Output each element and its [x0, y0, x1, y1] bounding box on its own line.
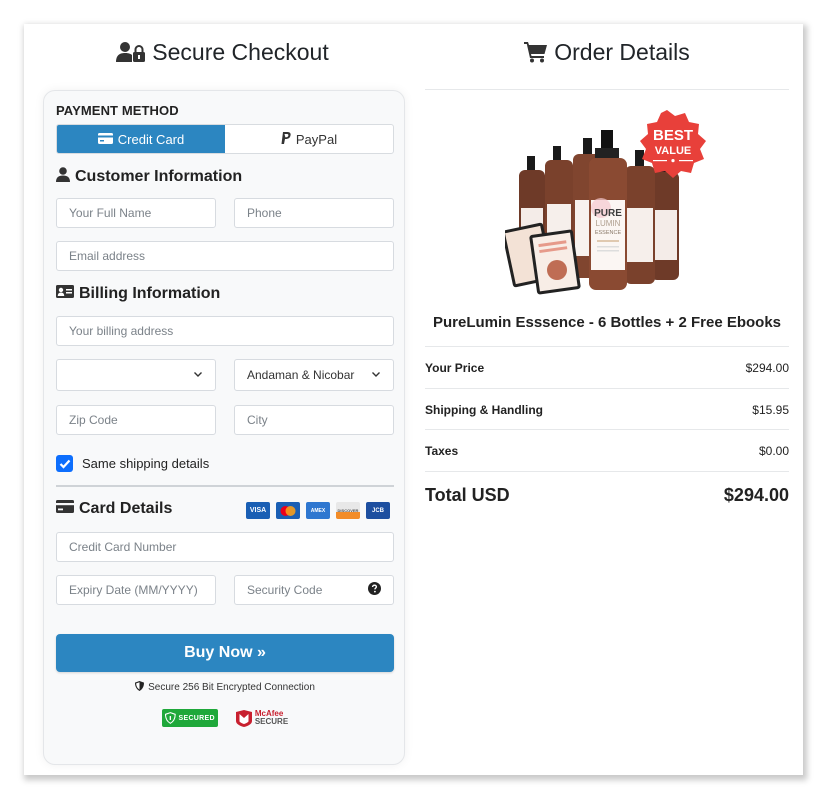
jcb-logo-icon: JCB	[366, 502, 390, 519]
tab-credit-card-label: Credit Card	[117, 131, 185, 147]
section-divider	[56, 485, 394, 487]
billing-address-input[interactable]	[69, 324, 381, 338]
phone-input[interactable]	[247, 206, 381, 220]
state-select[interactable]: Andaman & Nicobar	[234, 359, 394, 391]
header-divider	[425, 89, 789, 90]
billing-address-field[interactable]	[56, 316, 394, 346]
card-number-input[interactable]	[69, 540, 381, 554]
tab-paypal[interactable]: PayPal	[225, 125, 393, 153]
price-label: Your Price	[425, 361, 485, 375]
ebook-tablets	[501, 222, 581, 295]
email-input[interactable]	[69, 249, 381, 263]
total-row: Total USD $294.00	[425, 485, 789, 506]
svg-text:VALUE: VALUE	[655, 145, 691, 157]
row-divider	[425, 346, 789, 347]
price-row: Your Price $294.00	[425, 361, 789, 375]
city-field[interactable]	[234, 405, 394, 435]
security-code-field[interactable]	[234, 575, 394, 605]
secure-checkout-heading: Secure Checkout	[152, 38, 329, 65]
question-circle-icon[interactable]	[368, 582, 381, 598]
taxes-value: $0.00	[758, 444, 789, 458]
user-lock-icon	[116, 41, 146, 63]
secure-connection-text: Secure 256 Bit Encrypted Connection	[148, 682, 315, 693]
accepted-cards: VISA AMEX DISCOVER JCB	[246, 502, 390, 519]
card-details-label: Card Details	[79, 500, 173, 517]
customer-information-heading: Customer Information	[56, 167, 242, 187]
credit-card-icon	[97, 132, 113, 147]
shopping-cart-icon	[524, 41, 548, 63]
product-name: PureLumin Esssence - 6 Bottles + 2 Free …	[432, 314, 782, 331]
shipping-row: Shipping & Handling $15.95	[425, 403, 789, 417]
chevron-down-icon	[193, 368, 203, 382]
mcafee-badge: McAfee SECURE	[235, 709, 288, 727]
price-value: $294.00	[745, 361, 789, 375]
same-shipping-row: Same shipping details	[56, 455, 209, 472]
same-shipping-checkbox[interactable]	[56, 455, 73, 472]
taxes-row: Taxes $0.00	[425, 444, 789, 458]
mastercard-logo-icon	[276, 502, 300, 519]
email-field[interactable]	[56, 241, 394, 271]
chevron-down-icon	[371, 368, 381, 382]
zip-code-field[interactable]	[56, 405, 216, 435]
checkmark-icon	[59, 459, 70, 469]
payment-method-tabs: Credit Card PayPal	[56, 124, 394, 154]
city-input[interactable]	[247, 413, 381, 427]
visa-logo-icon: VISA	[246, 502, 270, 519]
svg-text:BEST: BEST	[653, 127, 693, 144]
shield-icon	[135, 681, 145, 694]
checkout-form-panel: PAYMENT METHOD Credit Card PayPal Custom…	[43, 90, 405, 765]
total-value: $294.00	[723, 485, 789, 505]
billing-information-label: Billing Information	[79, 285, 221, 302]
expiry-date-input[interactable]	[69, 583, 203, 597]
secure-checkout-title: Secure Checkout	[24, 30, 421, 74]
full-name-field[interactable]	[56, 198, 216, 228]
phone-field[interactable]	[234, 198, 394, 228]
state-select-value: Andaman & Nicobar	[247, 368, 355, 382]
country-select[interactable]	[56, 359, 216, 391]
order-details-heading: Order Details	[554, 38, 690, 65]
security-code-input[interactable]	[247, 583, 357, 597]
svg-text:PURE: PURE	[594, 208, 622, 219]
user-icon	[56, 167, 70, 187]
taxes-label: Taxes	[425, 444, 459, 458]
billing-information-heading: Billing Information	[56, 285, 220, 303]
mcafee-shield-icon	[235, 709, 252, 727]
svg-text:ESSENCE: ESSENCE	[595, 230, 622, 236]
product-image: PURE LUMIN ESSENCE BEST VALUE	[501, 108, 715, 303]
trust-badges: SECURED McAfee SECURE	[44, 709, 406, 727]
row-divider	[425, 388, 789, 389]
secured-badge: SECURED	[161, 709, 218, 727]
amex-logo-icon: AMEX	[306, 502, 330, 519]
payment-method-label: PAYMENT METHOD	[56, 103, 179, 118]
same-shipping-label[interactable]: Same shipping details	[82, 456, 209, 471]
credit-card-icon	[56, 500, 74, 518]
buy-now-button[interactable]: Buy Now »	[56, 634, 394, 672]
shipping-label: Shipping & Handling	[425, 403, 543, 417]
shipping-value: $15.95	[752, 403, 789, 417]
paypal-icon	[281, 131, 291, 147]
tab-paypal-label: PayPal	[295, 131, 338, 147]
total-label: Total USD	[425, 485, 510, 505]
row-divider	[425, 429, 789, 430]
secure-connection-note: Secure 256 Bit Encrypted Connection	[44, 681, 406, 694]
shield-lock-icon	[164, 712, 176, 724]
zip-code-input[interactable]	[69, 413, 203, 427]
card-details-heading: Card Details	[56, 500, 172, 518]
expiry-date-field[interactable]	[56, 575, 216, 605]
order-details-title: Order Details	[421, 30, 793, 74]
id-card-icon	[56, 285, 74, 303]
row-divider	[425, 471, 789, 472]
card-number-field[interactable]	[56, 532, 394, 562]
customer-information-label: Customer Information	[75, 168, 243, 185]
discover-logo-icon: DISCOVER	[336, 502, 360, 519]
svg-text:LUMIN: LUMIN	[596, 219, 621, 228]
full-name-input[interactable]	[69, 206, 203, 220]
tab-credit-card[interactable]: Credit Card	[57, 125, 225, 153]
